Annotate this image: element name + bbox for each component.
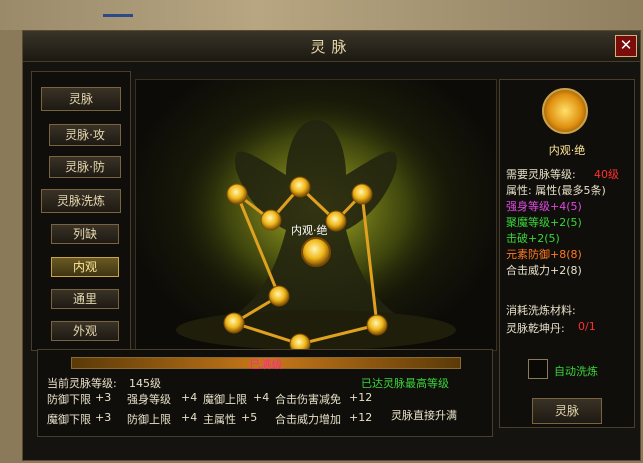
progress-bar-label: 已满级 [249, 358, 283, 371]
stat-value: +3 [95, 411, 112, 424]
attribute-line: 合击威力+2(8) [506, 264, 582, 277]
attribute-line: 击破+2(5) [506, 232, 560, 245]
tab-lingmai-attack[interactable]: 灵脉·攻 [49, 124, 121, 146]
meditating-figure-illustration [166, 100, 466, 350]
auto-refine-checkbox[interactable] [528, 359, 548, 379]
meridian-node[interactable] [289, 333, 311, 350]
upgrade-to-max-link[interactable]: 灵脉直接升满 [391, 407, 457, 423]
meridian-node[interactable] [268, 285, 290, 307]
stat-value: +12 [349, 391, 373, 404]
level-progress-bar: 已满级 [71, 357, 461, 371]
lingmai-action-button[interactable]: 灵脉 [532, 398, 602, 424]
stat-label: 合击伤害减免 [275, 393, 341, 406]
node-info-panel: 内观·绝 需要灵脉等级: 40级 属性: 属性(最多5条) 强身等级+4(5) … [499, 79, 635, 428]
meridian-scene: 内观·绝 [135, 79, 497, 351]
max-level-text: 已达灵脉最高等级 [361, 377, 449, 390]
auto-refine-label: 自动洗炼 [554, 365, 598, 378]
meridian-node[interactable] [351, 183, 373, 205]
meridian-node[interactable] [325, 210, 347, 232]
material-name: 灵脉乾坤丹: [506, 322, 565, 335]
stat-label: 魔御下限 [47, 413, 91, 426]
meridian-node[interactable] [223, 312, 245, 334]
stat-value: +4 [181, 391, 198, 404]
requirement-label: 需要灵脉等级: [506, 168, 576, 181]
title-bar: 灵脉 ✕ [23, 31, 640, 62]
tab-lingmai-defense[interactable]: 灵脉·防 [49, 156, 121, 178]
tab-lingmai[interactable]: 灵脉 [41, 87, 121, 111]
sub-tab-tongli[interactable]: 通里 [51, 289, 119, 309]
sub-tab-liejue[interactable]: 列缺 [51, 224, 119, 244]
stat-value: +12 [349, 411, 373, 424]
attribute-summary: 属性: 属性(最多5条) [506, 184, 606, 197]
level-label: 当前灵脉等级: [47, 377, 117, 390]
stat-value: +5 [241, 411, 258, 424]
sub-tab-waiguan[interactable]: 外观 [51, 321, 119, 341]
close-button[interactable]: ✕ [615, 35, 637, 57]
meridian-node[interactable] [366, 314, 388, 336]
stat-value: +4 [253, 391, 270, 404]
background-progress-indicator [103, 14, 133, 17]
meridian-node-selected[interactable] [301, 237, 331, 267]
stat-value: +3 [95, 391, 112, 404]
stat-label: 强身等级 [127, 393, 171, 406]
node-emblem-icon [542, 88, 588, 134]
stat-label: 合击威力增加 [275, 413, 341, 426]
stat-label: 防御下限 [47, 393, 91, 406]
stat-label: 主属性 [203, 413, 236, 426]
tab-lingmai-refine[interactable]: 灵脉洗炼 [41, 189, 121, 213]
stat-label: 魔御上限 [203, 393, 247, 406]
meridian-node[interactable] [289, 176, 311, 198]
attribute-line: 聚魔等级+2(5) [506, 216, 582, 229]
attribute-line: 元素防御+8(8) [506, 248, 582, 261]
selected-node-label: 内观·绝 [291, 224, 328, 237]
level-value: 145级 [129, 377, 161, 390]
game-background [0, 0, 643, 30]
node-name: 内观·绝 [548, 144, 586, 157]
material-label: 消耗洗炼材料: [506, 304, 576, 317]
requirement-value: 40级 [594, 168, 619, 181]
sub-tab-neiguan[interactable]: 内观 [51, 257, 119, 277]
stat-value: +4 [181, 411, 198, 424]
lingmai-window: 灵脉 ✕ 灵脉 灵脉·攻 灵脉·防 灵脉洗炼 列缺 内观 通里 外观 内观·绝 … [22, 30, 641, 461]
attribute-line: 强身等级+4(5) [506, 200, 582, 213]
material-count: 0/1 [578, 320, 596, 333]
meridian-node[interactable] [226, 183, 248, 205]
meridian-node[interactable] [260, 209, 282, 231]
window-title: 灵脉 [310, 38, 353, 56]
stat-label: 防御上限 [127, 413, 171, 426]
